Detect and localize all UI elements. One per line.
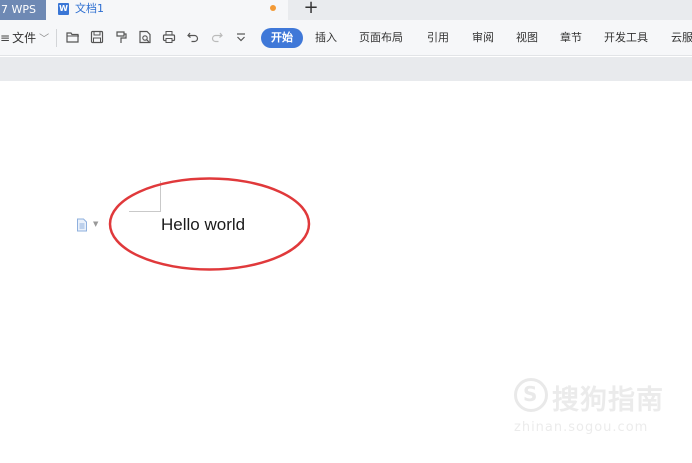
tab-cloud-service[interactable]: 云服 — [671, 28, 692, 48]
menu-bar: ≡ 文件 ﹀ 开始 插入 页面布局 引用 审阅 视图 章节 开发工具 云服 — [0, 20, 692, 56]
undo-icon[interactable] — [186, 30, 200, 44]
sogou-logo-icon: S — [514, 378, 548, 412]
file-menu-button[interactable]: ≡ 文件 ﹀ — [0, 29, 49, 47]
save-icon[interactable] — [90, 30, 104, 44]
watermark-url: zhinan.sogou.com — [514, 420, 649, 435]
tab-start[interactable]: 开始 — [261, 28, 303, 48]
tab-review[interactable]: 审阅 — [472, 28, 494, 48]
file-menu-label: 文件 — [12, 31, 37, 45]
watermark: S 搜狗指南 zhinan.sogou.com — [514, 374, 674, 444]
writer-doc-icon: W — [58, 3, 69, 15]
new-tab-button[interactable]: + — [301, 0, 321, 18]
watermark-name: 搜狗指南 — [552, 385, 664, 416]
hamburger-icon: ≡ — [0, 31, 11, 45]
tab-document[interactable]: W 文档1 — [46, 0, 288, 20]
print-icon[interactable] — [162, 30, 176, 44]
open-icon[interactable] — [66, 30, 80, 44]
tab-page-layout[interactable]: 页面布局 — [359, 28, 403, 48]
unsaved-indicator-icon — [270, 5, 276, 11]
tab-chapter[interactable]: 章节 — [560, 28, 582, 48]
format-painter-icon[interactable] — [114, 30, 128, 44]
tab-view[interactable]: 视图 — [516, 28, 538, 48]
more-icon[interactable] — [234, 30, 248, 44]
tab-bar: 7 WPS W 文档1 + — [0, 0, 692, 20]
highlight-ellipse-annotation — [108, 177, 311, 271]
tab-references[interactable]: 引用 — [427, 28, 449, 48]
document-tab-title: 文档1 — [75, 2, 104, 15]
app-tab-wps[interactable]: 7 WPS — [0, 0, 46, 20]
tab-developer-tools[interactable]: 开发工具 — [604, 28, 648, 48]
tab-insert[interactable]: 插入 — [315, 28, 337, 48]
print-preview-icon[interactable] — [138, 30, 152, 44]
chevron-down-icon: ﹀ — [39, 34, 50, 45]
redo-icon[interactable] — [210, 30, 224, 44]
app-tab-prefix: 7 — [1, 3, 8, 16]
caret-down-icon[interactable]: ▼ — [93, 220, 98, 228]
app-tab-label: WPS — [11, 3, 37, 16]
ribbon-toolbar-strip — [0, 57, 692, 81]
menu-divider — [56, 29, 57, 47]
paragraph-layout-icon[interactable] — [76, 217, 88, 232]
